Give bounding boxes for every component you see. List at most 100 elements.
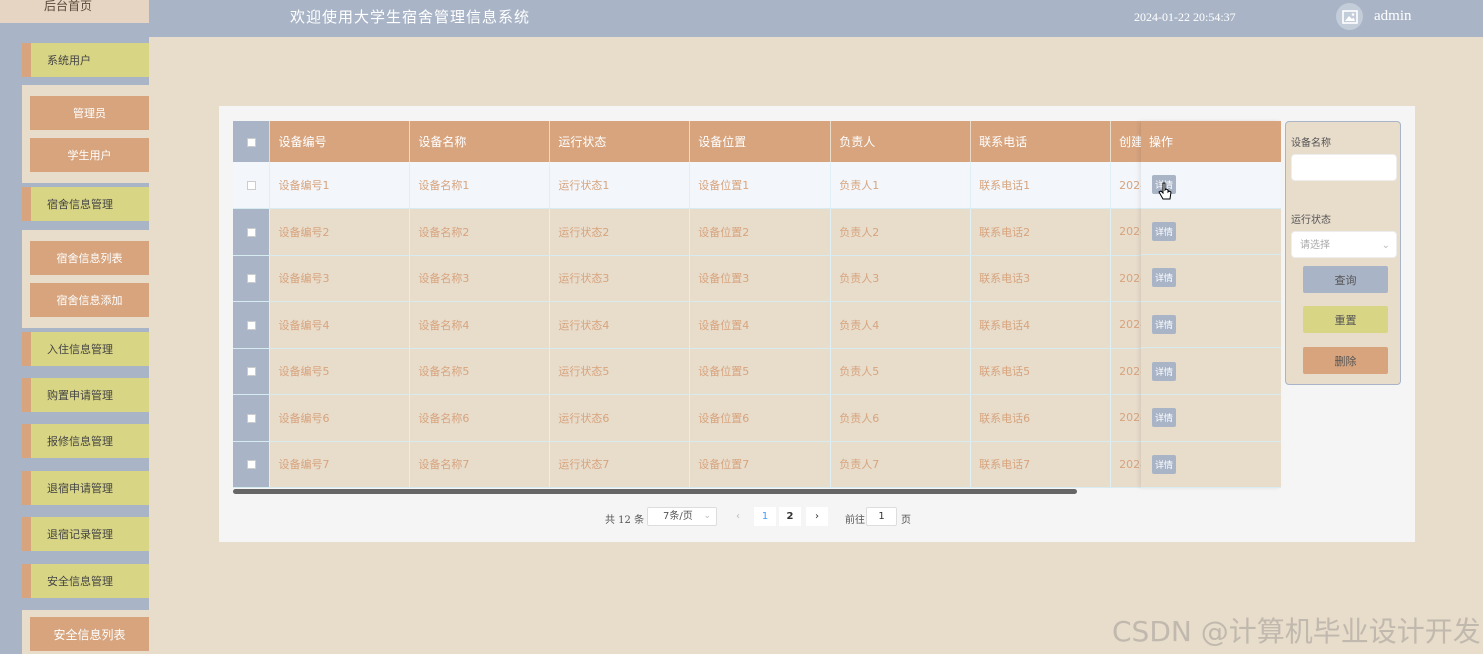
- prev-page-button[interactable]: ‹: [727, 507, 749, 526]
- column-header[interactable]: 设备编号: [269, 121, 411, 162]
- table-row[interactable]: 设备编号5 设备名称5 运行状态5 设备位置5 负责人5 联系电话5 2024: [233, 348, 1281, 395]
- operation-cell: 详情: [1141, 442, 1281, 489]
- goto-label: 前往: [845, 515, 865, 526]
- operation-cell: 详情: [1141, 348, 1281, 395]
- table-cell: 设备编号3: [269, 255, 411, 302]
- run-status-label: 运行状态: [1291, 215, 1331, 226]
- row-checkbox[interactable]: [233, 208, 271, 256]
- query-button[interactable]: 查询: [1303, 266, 1388, 293]
- sidebar-item-system-users[interactable]: 系统用户: [22, 43, 149, 77]
- detail-button[interactable]: 详情: [1152, 408, 1176, 428]
- detail-button[interactable]: 详情: [1152, 268, 1176, 288]
- table-row[interactable]: 设备编号4 设备名称4 运行状态4 设备位置4 负责人4 联系电话4 2024: [233, 301, 1281, 349]
- select-all-checkbox[interactable]: [233, 121, 271, 162]
- table-cell: 设备位置6: [689, 394, 832, 442]
- current-datetime: 2024-01-22 20:54:37: [1134, 10, 1236, 24]
- goto-page-input[interactable]: 1: [866, 507, 897, 526]
- row-checkbox[interactable]: [233, 301, 271, 349]
- delete-button[interactable]: 删除: [1303, 347, 1388, 374]
- table-cell: 设备位置1: [689, 162, 832, 209]
- next-page-button[interactable]: ›: [806, 507, 828, 526]
- table-row[interactable]: 设备编号1 设备名称1 运行状态1 设备位置1 负责人1 联系电话1 2024: [233, 162, 1281, 209]
- table-cell: 设备编号1: [269, 162, 411, 209]
- table-cell: 设备位置2: [689, 208, 832, 256]
- sidebar-item-dorm-list[interactable]: 宿舍信息列表: [30, 241, 149, 275]
- table-row[interactable]: 设备编号2 设备名称2 运行状态2 设备位置2 负责人2 联系电话2 2024: [233, 208, 1281, 256]
- system-title: 欢迎使用大学生宿舍管理信息系统: [290, 8, 531, 26]
- table-cell: 负责人2: [830, 208, 972, 256]
- sidebar-item-repair[interactable]: 报修信息管理: [22, 424, 149, 458]
- sidebar-item-student-user[interactable]: 学生用户: [30, 138, 149, 172]
- table-cell: 运行状态5: [549, 348, 691, 395]
- sidebar-item-admin[interactable]: 管理员: [30, 96, 149, 130]
- row-checkbox[interactable]: [233, 394, 271, 442]
- pagination-total: 共 12 条: [605, 515, 645, 526]
- avatar[interactable]: [1336, 3, 1363, 30]
- table-cell: 联系电话1: [970, 162, 1112, 209]
- home-link[interactable]: 后台首页: [0, 0, 149, 23]
- column-header[interactable]: 运行状态: [549, 121, 691, 162]
- reset-button[interactable]: 重置: [1303, 306, 1388, 333]
- sidebar-item-checkin[interactable]: 入住信息管理: [22, 332, 149, 366]
- table-cell: 联系电话6: [970, 394, 1112, 442]
- table-cell: 设备位置7: [689, 441, 832, 488]
- table-cell: 联系电话3: [970, 255, 1112, 302]
- image-icon: [1341, 9, 1358, 24]
- detail-button[interactable]: 详情: [1152, 361, 1176, 381]
- sidebar-item-safety-list[interactable]: 安全信息列表: [30, 617, 149, 651]
- run-status-select[interactable]: 请选择 ⌄: [1291, 231, 1397, 258]
- sidebar-item-dorm-info[interactable]: 宿舍信息管理: [22, 187, 149, 221]
- table-row[interactable]: 设备编号6 设备名称6 运行状态6 设备位置6 负责人6 联系电话6 2024: [233, 394, 1281, 442]
- sidebar-item-checkout-apply[interactable]: 退宿申请管理: [22, 471, 149, 505]
- operation-cell: 详情: [1141, 255, 1281, 302]
- column-header[interactable]: 设备名称: [409, 121, 551, 162]
- page-button-1[interactable]: 1: [754, 507, 776, 526]
- table-cell: 设备编号4: [269, 301, 411, 349]
- detail-button[interactable]: 详情: [1152, 315, 1176, 335]
- column-header[interactable]: 联系电话: [970, 121, 1112, 162]
- table-cell: 联系电话7: [970, 441, 1112, 488]
- submenu-system-users: 管理员 学生用户: [22, 85, 149, 183]
- sidebar-item-purchase[interactable]: 购置申请管理: [22, 378, 149, 412]
- page-button-2[interactable]: 2: [779, 507, 801, 526]
- row-checkbox[interactable]: [233, 162, 271, 209]
- sidebar-item-dorm-add[interactable]: 宿舍信息添加: [30, 283, 149, 317]
- table-cell: 联系电话5: [970, 348, 1112, 395]
- operation-cell: 详情: [1141, 302, 1281, 349]
- table-row[interactable]: 设备编号3 设备名称3 运行状态3 设备位置3 负责人3 联系电话3 2024: [233, 255, 1281, 302]
- column-header[interactable]: 设备位置: [689, 121, 832, 162]
- table-cell: 负责人4: [830, 301, 972, 349]
- page-size-value: 7条/页: [663, 511, 693, 522]
- column-header[interactable]: 负责人: [830, 121, 972, 162]
- table-header: 设备编号 设备名称 运行状态 设备位置 负责人 联系电话 创建: [233, 121, 1281, 162]
- data-table: 设备编号 设备名称 运行状态 设备位置 负责人 联系电话 创建 设备编号1 设备名…: [233, 121, 1281, 491]
- detail-button[interactable]: 详情: [1152, 454, 1176, 474]
- page-size-select[interactable]: 7条/页 ⌄: [647, 507, 717, 526]
- table-cell: 设备位置4: [689, 301, 832, 349]
- watermark: CSDN @计算机毕业设计开发: [1112, 615, 1481, 648]
- table-cell: 运行状态3: [549, 255, 691, 302]
- device-name-label: 设备名称: [1291, 138, 1331, 149]
- row-checkbox[interactable]: [233, 255, 271, 302]
- table-cell: 联系电话2: [970, 208, 1112, 256]
- table-cell: 负责人5: [830, 348, 972, 395]
- device-name-input[interactable]: [1291, 154, 1397, 181]
- username[interactable]: admin: [1374, 8, 1412, 25]
- operation-cell: 详情: [1141, 395, 1281, 442]
- table-cell: 运行状态6: [549, 394, 691, 442]
- detail-button[interactable]: 详情: [1152, 221, 1176, 241]
- search-panel: 设备名称 运行状态 请选择 ⌄ 查询 重置 删除: [1285, 121, 1401, 385]
- page-suffix-label: 页: [901, 515, 911, 526]
- sidebar-item-checkout-record[interactable]: 退宿记录管理: [22, 517, 149, 551]
- table-row[interactable]: 设备编号7 设备名称7 运行状态7 设备位置7 负责人7 联系电话7 2024: [233, 441, 1281, 488]
- table-cell: 设备名称4: [409, 301, 551, 349]
- table-cell: 设备编号6: [269, 394, 411, 442]
- sidebar-item-safety[interactable]: 安全信息管理: [22, 564, 149, 598]
- horizontal-scrollbar[interactable]: [233, 489, 1077, 494]
- row-checkbox[interactable]: [233, 348, 271, 395]
- table-cell: 运行状态4: [549, 301, 691, 349]
- mouse-pointer-icon: [1158, 182, 1172, 200]
- table-cell: 负责人7: [830, 441, 972, 488]
- table-cell: 设备名称2: [409, 208, 551, 256]
- row-checkbox[interactable]: [233, 441, 271, 488]
